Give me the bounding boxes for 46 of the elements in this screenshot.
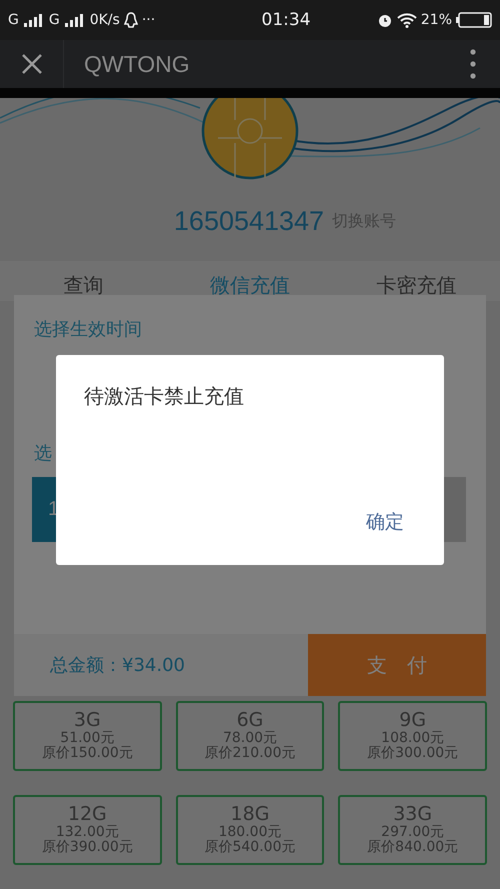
package-size: 3G: [74, 710, 101, 732]
account-number: 1650541347: [174, 206, 324, 237]
package-card[interactable]: 18G 180.00元 原价540.00元: [176, 795, 324, 865]
original-price: 原价390.00元: [42, 840, 133, 856]
package-price: 108.00元: [381, 731, 444, 746]
package-card[interactable]: 33G 297.00元 原价840.00元: [338, 795, 487, 865]
wifi-icon: [396, 12, 417, 28]
original-price: 原价540.00元: [204, 840, 296, 856]
battery-percent: 21%: [420, 12, 452, 28]
package-size: 33G: [393, 804, 432, 826]
package-size: 6G: [236, 710, 264, 732]
package-size: 12G: [68, 804, 107, 826]
package-card[interactable]: 9G 108.00元 原价300.00元: [338, 701, 487, 771]
network-type: G: [8, 12, 19, 28]
signal-icon: [22, 13, 45, 27]
package-price: 132.00元: [56, 825, 119, 840]
original-price: 原价150.00元: [42, 746, 133, 762]
package-price: 78.00元: [222, 731, 278, 746]
package-card[interactable]: 3G 51.00元 原价150.00元: [13, 701, 162, 771]
package-card[interactable]: 6G 78.00元 原价210.00元: [176, 701, 324, 771]
package-price: 297.00元: [381, 825, 444, 840]
menu-button[interactable]: [470, 49, 476, 79]
package-size: 18G: [230, 804, 270, 826]
signal-icon: [64, 13, 86, 27]
package-price: 180.00元: [218, 825, 282, 840]
confirm-button[interactable]: 确定: [366, 509, 404, 535]
package-card[interactable]: 12G 132.00元 原价390.00元: [13, 795, 162, 865]
pay-button[interactable]: 支 付: [308, 634, 486, 696]
package-price: 51.00元: [60, 731, 114, 746]
clock-time: 01:34: [260, 10, 311, 30]
original-price: 原价300.00元: [367, 746, 458, 762]
more-notifications: ···: [142, 12, 156, 28]
network-type: G: [48, 12, 60, 28]
original-price: 原价210.00元: [204, 746, 296, 762]
menu-icon: [470, 49, 476, 79]
section-title: 选择生效时间: [34, 318, 142, 341]
total-amount: 总金额：¥34.00: [14, 634, 308, 696]
section-title: 选: [34, 442, 52, 465]
original-price: 原价840.00元: [367, 840, 458, 856]
close-icon: [20, 52, 44, 76]
network-speed: 0K/s: [90, 12, 120, 28]
battery-icon: [456, 12, 492, 28]
alarm-icon: [376, 12, 393, 28]
package-size: 9G: [399, 710, 426, 732]
page-title: QWTONG: [84, 50, 190, 78]
dialog-message: 待激活卡禁止充值: [84, 383, 245, 410]
